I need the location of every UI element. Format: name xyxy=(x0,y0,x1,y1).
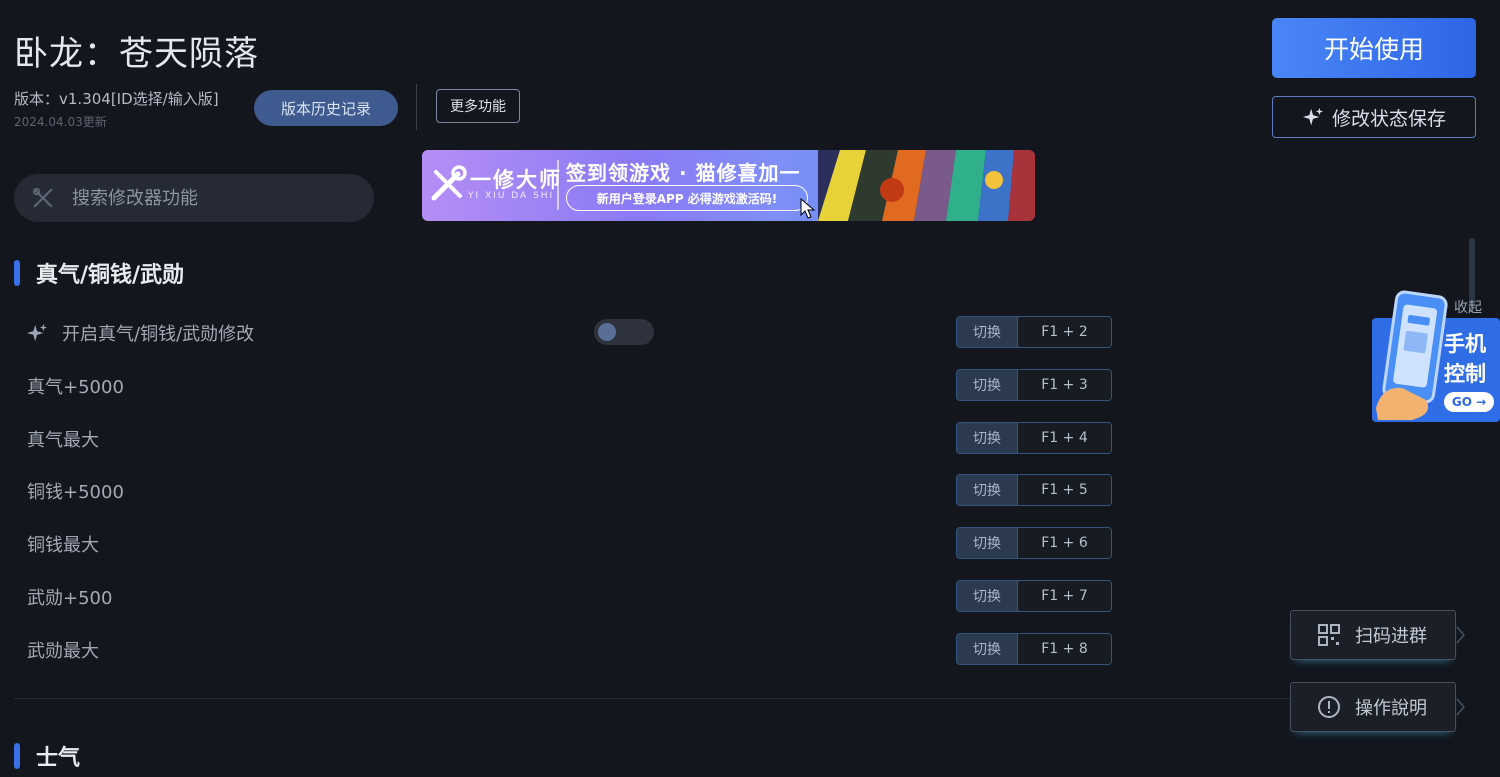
update-date: 2024.04.03更新 xyxy=(14,115,107,129)
instructions-label: 操作說明 xyxy=(1355,698,1427,719)
banner-brand-en: YI XIU DA SHI xyxy=(468,191,555,201)
hotkey-keys: F1 + 6 xyxy=(1018,528,1111,558)
sparkle-icon xyxy=(26,323,48,342)
header-divider xyxy=(416,84,417,130)
banner-headline: 签到领游戏 · 猫修喜加一 xyxy=(566,161,801,185)
cheat-label: 铜钱+5000 xyxy=(27,482,124,503)
save-state-button[interactable]: 修改状态保存 xyxy=(1272,96,1476,138)
cheat-row: 武勋+500 切换 F1 + 7 xyxy=(0,576,1120,616)
search-input[interactable] xyxy=(70,186,334,210)
more-features-button[interactable]: 更多功能 xyxy=(436,89,520,123)
join-group-button[interactable]: 扫码进群 xyxy=(1290,610,1456,660)
hotkey-keys: F1 + 8 xyxy=(1018,634,1111,664)
cheat-row-enable: 开启真气/铜钱/武勋修改 切换 F1 + 2 xyxy=(0,312,1120,352)
save-state-label: 修改状态保存 xyxy=(1331,107,1446,130)
section-title: 真气/铜钱/武勋 xyxy=(36,263,185,288)
hotkey-box[interactable]: 切换 F1 + 6 xyxy=(956,527,1112,559)
hotkey-keys: F1 + 7 xyxy=(1018,581,1111,611)
cheat-label: 武勋最大 xyxy=(27,641,99,662)
section-header-qi-coins-merit: 真气/铜钱/武勋 xyxy=(14,257,184,289)
mouse-cursor-icon xyxy=(800,198,816,219)
hotkey-box[interactable]: 切换 F1 + 2 xyxy=(956,316,1112,348)
qr-code-icon xyxy=(1318,624,1340,646)
hotkey-switch-button[interactable]: 切换 xyxy=(957,634,1018,664)
hotkey-box[interactable]: 切换 F1 + 7 xyxy=(956,580,1112,612)
start-button[interactable]: 开始使用 xyxy=(1272,18,1476,78)
cheat-row: 武勋最大 切换 F1 + 8 xyxy=(0,629,1120,669)
hotkey-switch-button[interactable]: 切换 xyxy=(957,317,1018,347)
go-button[interactable]: GO → xyxy=(1444,392,1494,412)
cheat-label: 开启真气/铜钱/武勋修改 xyxy=(62,324,255,345)
hotkey-box[interactable]: 切换 F1 + 4 xyxy=(956,422,1112,454)
chevron-right-icon xyxy=(1456,626,1465,644)
search-box[interactable] xyxy=(14,174,374,222)
hotkey-switch-button[interactable]: 切换 xyxy=(957,423,1018,453)
hotkey-box[interactable]: 切换 F1 + 5 xyxy=(956,474,1112,506)
instructions-button[interactable]: 操作說明 xyxy=(1290,682,1456,732)
section-divider xyxy=(14,698,1304,699)
hotkey-keys: F1 + 2 xyxy=(1018,317,1111,347)
enable-toggle[interactable] xyxy=(594,319,654,345)
phone-control-line2: 控制 xyxy=(1444,362,1486,386)
banner-subtext: 新用户登录APP 必得游戏激活码! xyxy=(566,185,808,211)
toggle-knob xyxy=(598,323,616,341)
cheat-row: 真气+5000 切换 F1 + 3 xyxy=(0,365,1120,405)
collapse-button[interactable]: 收起 xyxy=(1454,297,1482,317)
cheat-label: 武勋+500 xyxy=(27,588,113,609)
cheat-row: 真气最大 切换 F1 + 4 xyxy=(0,418,1120,458)
cheat-row: 铜钱+5000 切换 F1 + 5 xyxy=(0,470,1120,510)
wrench-screwdriver-icon xyxy=(431,165,467,201)
section-marker xyxy=(14,743,20,769)
cheat-label: 真气+5000 xyxy=(27,377,124,398)
promo-banner[interactable]: 一修大师 YI XIU DA SHI 签到领游戏 · 猫修喜加一 新用户登录AP… xyxy=(422,150,1035,221)
sparkle-icon xyxy=(1302,107,1324,126)
cheat-label: 铜钱最大 xyxy=(27,535,99,556)
banner-brand: 一修大师 xyxy=(470,168,562,192)
tools-icon xyxy=(32,187,53,208)
hotkey-keys: F1 + 3 xyxy=(1018,370,1111,400)
banner-separator xyxy=(557,160,559,210)
version-history-button[interactable]: 版本历史记录 xyxy=(254,90,398,126)
section-header-morale: 士气 xyxy=(14,740,80,772)
join-group-label: 扫码进群 xyxy=(1355,626,1427,647)
cheat-label: 真气最大 xyxy=(27,430,99,451)
game-title: 卧龙：苍天陨落 xyxy=(14,34,259,74)
info-icon xyxy=(1318,696,1340,718)
section-marker xyxy=(14,260,20,286)
version-text: 版本：v1.304[ID选择/输入版] xyxy=(14,90,219,108)
chevron-right-icon xyxy=(1456,698,1465,716)
hotkey-keys: F1 + 4 xyxy=(1018,423,1111,453)
hotkey-switch-button[interactable]: 切换 xyxy=(957,528,1018,558)
hotkey-box[interactable]: 切换 F1 + 3 xyxy=(956,369,1112,401)
hotkey-switch-button[interactable]: 切换 xyxy=(957,370,1018,400)
hotkey-box[interactable]: 切换 F1 + 8 xyxy=(956,633,1112,665)
trainer-window: 卧龙：苍天陨落 版本：v1.304[ID选择/输入版] 2024.04.03更新… xyxy=(0,0,1500,777)
hotkey-switch-button[interactable]: 切换 xyxy=(957,475,1018,505)
hotkey-keys: F1 + 5 xyxy=(1018,475,1111,505)
section-title: 士气 xyxy=(36,746,81,771)
game-collage-image xyxy=(818,150,1035,221)
phone-control-line1: 手机 xyxy=(1444,332,1486,356)
hotkey-switch-button[interactable]: 切换 xyxy=(957,581,1018,611)
cheat-row: 铜钱最大 切换 F1 + 6 xyxy=(0,523,1120,563)
